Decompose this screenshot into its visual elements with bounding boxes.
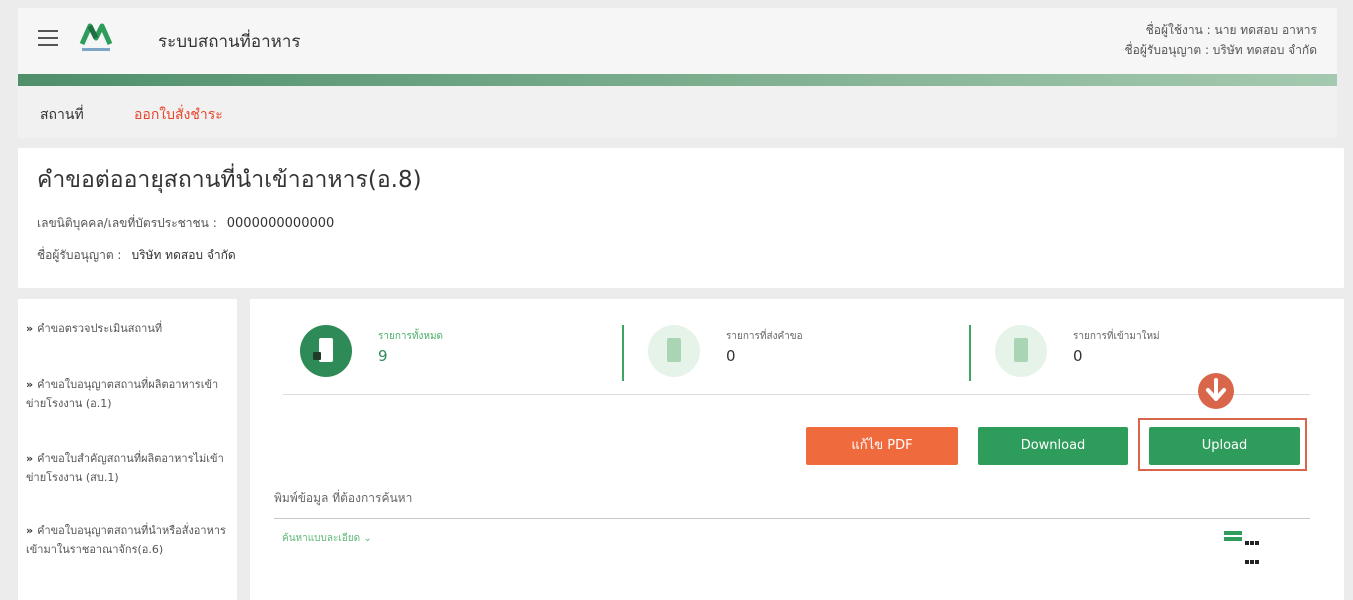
licensee-line: ชื่อผู้รับอนุญาต : บริษัท ทดสอบ จำกัด [1124,43,1317,57]
stat-label: รายการที่ส่งคำขอ [726,331,803,342]
tab-bar: สถานที่ ออกใบสั่งชำระ [18,86,1337,138]
down-arrow-marker-icon [1198,373,1234,409]
stat-divider [622,325,624,381]
app-title: ระบบสถานที่อาหาร [158,32,301,52]
licensee-row: ชื่อผู้รับอนุญาต : บริษัท ทดสอบ จำกัด [37,246,236,265]
advanced-search-link[interactable]: ค้นหาแบบละเอียด ⌄ [282,531,372,546]
stat-label: รายการทั้งหมด [378,331,444,342]
upload-button[interactable]: Upload [1149,427,1300,465]
stat-value: 0 [726,347,736,365]
sidebar-item-factory-license[interactable]: » คำขอใบอนุญาตสถานที่ผลิตอาหารเข้าข่ายโรง… [26,375,226,413]
sidebar-item-label: คำขอใบอนุญาตสถานที่นำหรือสั่งอาหารเข้ามา… [26,524,226,556]
document-icon [648,325,700,377]
id-value: 0000000000000 [226,216,335,231]
id-row: เลขนิติบุคคล/เลขที่บัตรประชาชน : 00000000… [37,214,334,233]
licensee-label: ชื่อผู้รับอนุญาต : [37,248,122,262]
download-button[interactable]: Download [978,427,1128,465]
edit-pdf-button[interactable]: แก้ไข PDF [806,427,958,465]
menu-icon[interactable] [38,30,58,46]
id-label: เลขนิติบุคคล/เลขที่บัตรประชาชน : [37,216,217,230]
header-divider-band [18,74,1337,86]
main-panel: รายการทั้งหมด 9 รายการที่ส่งคำขอ 0 รายกา… [250,299,1344,600]
sidebar-item-label: คำขอใบสำคัญสถานที่ผลิตอาหารไม่เข้าข่ายโร… [26,452,224,484]
page-title: คำขอต่ออายุสถานที่นำเข้าอาหาร(อ.8) [37,167,422,193]
section-divider [283,394,1310,395]
sidebar-item-import-license[interactable]: » คำขอใบอนุญาตสถานที่นำหรือสั่งอาหารเข้าม… [26,521,226,559]
list-view-icon[interactable] [1224,531,1242,545]
stat-value: 0 [1073,347,1083,365]
sidebar-item-non-factory-certificate[interactable]: » คำขอใบสำคัญสถานที่ผลิตอาหารไม่เข้าข่ายโ… [26,449,226,487]
username-line: ชื่อผู้ใช้งาน : นาย ทดสอบ อาหาร [1145,23,1317,37]
sidebar: » คำขอตรวจประเมินสถานที่ » คำขอใบอนุญาตสถา… [18,299,237,600]
sidebar-item-inspection-request[interactable]: » คำขอตรวจประเมินสถานที่ [26,319,226,338]
tab-payment-order[interactable]: ออกใบสั่งชำระ [134,104,223,126]
top-header: ระบบสถานที่อาหาร ชื่อผู้ใช้งาน : นาย ทดส… [18,8,1337,74]
app-logo [76,20,116,56]
document-icon [995,325,1047,377]
double-chevron-icon: » [26,524,34,537]
request-title-card: คำขอต่ออายุสถานที่นำเข้าอาหาร(อ.8) เลขนิ… [18,148,1344,288]
stat-label: รายการที่เข้ามาใหม่ [1073,331,1160,342]
tab-location[interactable]: สถานที่ [40,104,84,126]
double-chevron-icon: » [26,452,34,465]
double-chevron-icon: » [26,378,34,391]
sidebar-item-label: คำขอใบอนุญาตสถานที่ผลิตอาหารเข้าข่ายโรงง… [26,378,219,410]
double-chevron-icon: » [26,322,34,335]
stat-divider [969,325,971,381]
grid-view-icon[interactable] [1245,531,1263,564]
search-input[interactable] [274,504,1310,519]
stat-value: 9 [378,347,388,365]
document-icon [300,325,352,377]
sidebar-item-label: คำขอตรวจประเมินสถานที่ [37,322,163,335]
user-info: ชื่อผู้ใช้งาน : นาย ทดสอบ อาหาร ชื่อผู้ร… [1125,20,1317,60]
licensee-value: บริษัท ทดสอบ จำกัด [131,248,236,262]
